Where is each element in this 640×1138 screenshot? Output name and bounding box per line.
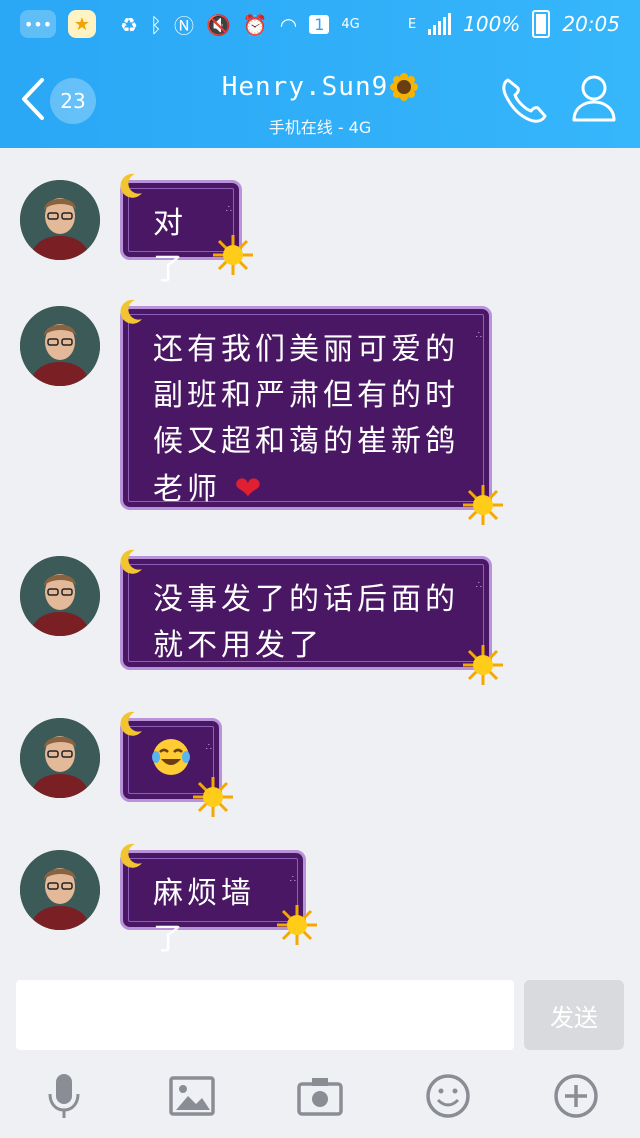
alarm-icon: ⏰ <box>242 12 268 37</box>
more-button[interactable] <box>548 1068 604 1124</box>
chat-header: 23 Henry.Sun9 手机在线 - 4G <box>0 52 640 148</box>
avatar[interactable] <box>20 180 100 260</box>
voice-button[interactable] <box>36 1068 92 1124</box>
message-input[interactable] <box>16 980 514 1050</box>
moon-icon <box>120 173 142 198</box>
message-bubble[interactable]: ∴ 对了 <box>120 173 253 287</box>
message-text-line: 候又超和蔼的崔新鸽 <box>153 424 459 459</box>
avatar-portrait <box>20 306 100 386</box>
sun-icon <box>277 905 317 945</box>
message-text-line: 副班和严肃但有的时 <box>153 378 459 413</box>
emoji-icon <box>426 1074 470 1118</box>
message-text-line: 就不用发了 <box>153 628 323 663</box>
image-icon <box>169 1076 215 1116</box>
recycle-icon: ♻ <box>120 12 138 37</box>
avatar[interactable] <box>20 556 100 636</box>
avatar-portrait <box>20 556 100 636</box>
avatar-portrait <box>20 850 100 930</box>
sim-indicator: 1 <box>309 15 330 34</box>
message-text-line: 麻烦墙了 <box>153 876 255 957</box>
bluetooth-icon: ᛒ <box>149 12 162 37</box>
bubble-corner-decor: ∴ <box>289 874 297 885</box>
status-icons: ♻ ᛒ Ⓝ 🔇 ⏰ ◠ 1 4G <box>120 10 360 39</box>
avatar-portrait <box>20 180 100 260</box>
camera-icon <box>297 1078 343 1116</box>
input-area: 发送 <box>0 972 640 1138</box>
message-text-line: 还有我们美丽可爱的 <box>153 332 459 367</box>
avatar[interactable] <box>20 306 100 386</box>
profile-button[interactable] <box>568 72 620 124</box>
avatar[interactable] <box>20 718 100 798</box>
message-bubble[interactable]: ∴ 没事发了的话后面的 就不用发了 <box>120 549 503 685</box>
message-bubble[interactable]: ∴ 还有我们美丽可爱的 副班和严肃但有的时 候又超和蔼的崔新鸽 老师 ❤ <box>120 299 503 525</box>
emoji-button[interactable] <box>420 1068 476 1124</box>
battery-percent: 100% <box>463 12 521 36</box>
sun-icon <box>193 777 233 817</box>
status-right: E 100% 20:05 <box>408 10 620 38</box>
avatar[interactable] <box>20 850 100 930</box>
bubble-corner-decor: ∴ <box>205 742 213 753</box>
call-button[interactable] <box>498 74 550 126</box>
message-bubble[interactable]: ∴ <box>120 711 233 817</box>
image-button[interactable] <box>164 1068 220 1124</box>
bubble-corner-decor: ∴ <box>475 330 483 341</box>
signal-icon <box>428 13 452 35</box>
nfc-icon: Ⓝ <box>173 14 194 38</box>
mute-icon: 🔇 <box>205 12 231 37</box>
send-button[interactable]: 发送 <box>524 980 624 1050</box>
input-toolbar <box>0 1068 640 1128</box>
sun-icon <box>213 235 253 275</box>
message-dots-icon: ••• <box>20 10 56 38</box>
moon-icon <box>120 299 142 324</box>
e-label: E <box>407 16 417 32</box>
moon-icon <box>120 711 142 736</box>
bubble-corner-decor: ∴ <box>225 204 233 215</box>
bubble-corner-decor: ∴ <box>475 580 483 591</box>
message-text-line: 对了 <box>153 206 187 287</box>
moon-icon <box>120 549 142 574</box>
message-text-line: 没事发了的话后面的 <box>153 582 459 617</box>
microphone-icon <box>48 1074 80 1118</box>
sunflower-icon <box>390 73 419 101</box>
camera-button[interactable] <box>292 1068 348 1124</box>
sun-icon <box>463 645 503 685</box>
status-bar: ••• ★ ♻ ᛒ Ⓝ 🔇 ⏰ ◠ 1 4G E 100% 20:05 <box>0 0 640 52</box>
sun-icon <box>463 485 503 525</box>
message-text-last: 老师 <box>153 472 221 507</box>
person-icon <box>572 75 616 122</box>
message-text-line: 老师 ❤ <box>153 465 465 513</box>
battery-icon <box>532 10 551 38</box>
wifi-icon: ◠ <box>279 12 298 37</box>
qq-star-icon: ★ <box>68 10 96 38</box>
heart-emoji-icon: ❤ <box>234 469 266 507</box>
status-left: ••• ★ <box>20 10 96 38</box>
network-label: 4G <box>341 17 360 32</box>
moon-icon <box>120 843 142 868</box>
clock: 20:05 <box>562 12 620 36</box>
avatar-portrait <box>20 718 100 798</box>
chat-screen: ••• ★ ♻ ᛒ Ⓝ 🔇 ⏰ ◠ 1 4G E 100% 20:05 23 H… <box>0 0 640 1138</box>
tears-of-joy-emoji-icon <box>152 739 190 775</box>
phone-icon <box>502 78 547 123</box>
plus-icon <box>554 1074 598 1118</box>
contact-name-text: Henry.Sun9 <box>221 72 389 102</box>
message-bubble[interactable]: ∴ 麻烦墙了 <box>120 843 317 957</box>
